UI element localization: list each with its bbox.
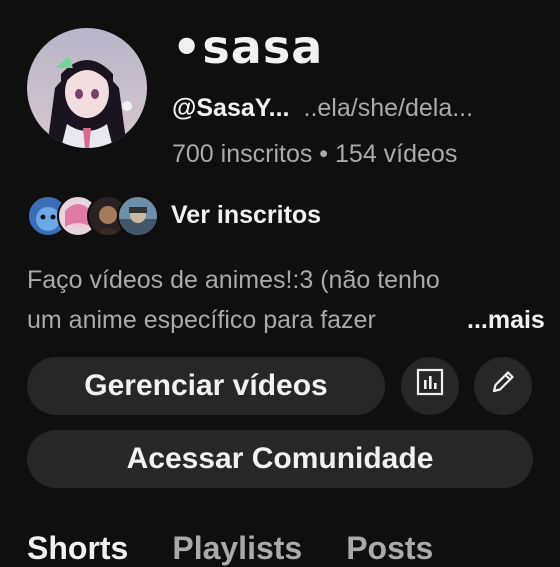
- channel-pronouns: ..ela/she/dela...: [303, 94, 474, 122]
- pencil-icon: [488, 367, 518, 405]
- stats-separator: •: [312, 140, 336, 168]
- channel-avatar[interactable]: [27, 28, 147, 148]
- channel-handle: @SasaY...: [172, 94, 290, 122]
- see-subscribers-link[interactable]: Ver inscritos: [27, 193, 321, 237]
- channel-handle-row[interactable]: @SasaY... ..ela/she/dela...: [172, 94, 473, 123]
- edit-channel-button[interactable]: [474, 357, 532, 415]
- tab-posts[interactable]: Posts: [346, 530, 433, 567]
- video-count: 154 vídeos: [335, 140, 458, 168]
- community-button[interactable]: Acessar Comunidade: [27, 430, 533, 488]
- description-line-2: um anime específico para fazer: [27, 300, 437, 340]
- analytics-button[interactable]: [401, 357, 459, 415]
- channel-name: •sasa: [172, 20, 324, 74]
- description-line-2-text: um anime específico para fazer: [27, 306, 376, 334]
- tab-playlists[interactable]: Playlists: [172, 530, 302, 567]
- subscriber-count: 700 inscritos: [172, 140, 313, 168]
- analytics-icon: [415, 367, 445, 405]
- see-subscribers-label: Ver inscritos: [171, 200, 322, 229]
- channel-tabs: Shorts Playlists Posts: [27, 530, 433, 567]
- tab-shorts[interactable]: Shorts: [27, 530, 128, 567]
- channel-stats: 700 inscritos • 154 vídeos: [172, 140, 457, 169]
- subscriber-avatar: [117, 195, 159, 237]
- channel-description[interactable]: Faço vídeos de animes!:3 (não tenho um a…: [27, 260, 545, 340]
- description-fade: [377, 300, 437, 340]
- description-line-1: Faço vídeos de animes!:3 (não tenho: [27, 266, 440, 294]
- more-link[interactable]: ...mais: [467, 300, 545, 340]
- manage-videos-button[interactable]: Gerenciar vídeos: [27, 357, 385, 415]
- subscriber-avatars: [27, 193, 159, 237]
